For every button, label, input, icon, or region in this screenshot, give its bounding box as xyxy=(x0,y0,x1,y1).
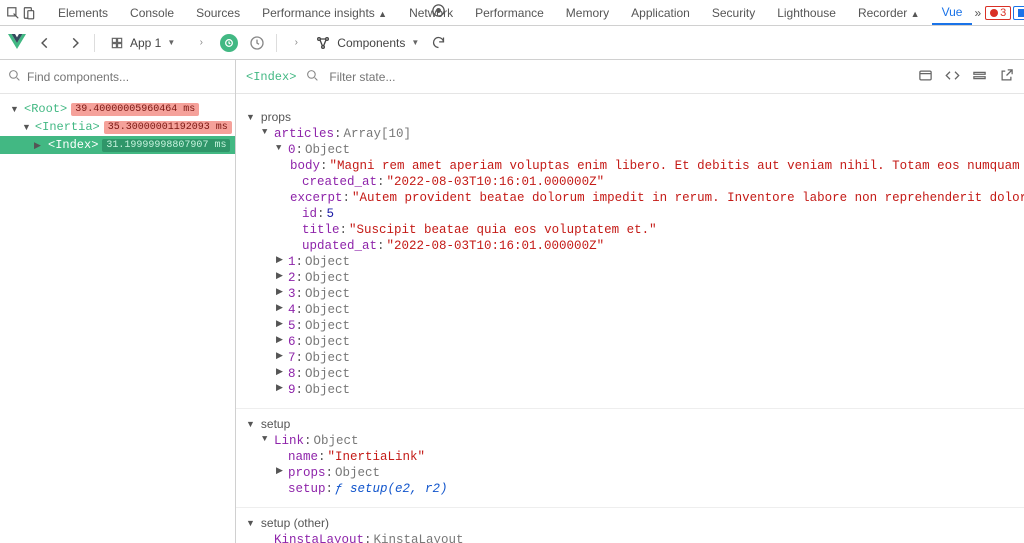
caret-right-icon: ▶ xyxy=(276,367,288,377)
caret-down-icon: ▼ xyxy=(276,143,288,153)
tree-node-timing: 39.40000005960464 ms xyxy=(71,103,199,116)
prop-articles-2[interactable]: ▶2: Object xyxy=(236,270,1024,286)
inspector-selector[interactable]: Components ▼ xyxy=(315,35,419,51)
app-selector-label: App 1 xyxy=(130,36,161,50)
setup-link-name[interactable]: name: "InertiaLink" xyxy=(236,449,1024,465)
chevron-down-icon: ▼ xyxy=(167,38,175,47)
caret-down-icon: ▼ xyxy=(10,104,20,114)
inspector-selector-label: Components xyxy=(337,36,405,50)
setup-link-setup[interactable]: setup: ƒ setup(e2, r2) xyxy=(236,481,1024,497)
section-header-setup-other[interactable]: ▼setup (other) xyxy=(236,514,1024,532)
setup-other-kinstalayout[interactable]: KinstaLayout: KinstaLayout xyxy=(236,532,1024,543)
caret-down-icon: ▼ xyxy=(246,112,255,122)
inspect-element-icon[interactable] xyxy=(6,3,20,23)
tree-node-root[interactable]: ▼ <Root> 39.40000005960464 ms xyxy=(0,100,235,118)
vue-toolbar: App 1 ▼ › › Components ▼ ⋮ xyxy=(0,26,1024,60)
prop-articles-0[interactable]: ▼0: Object xyxy=(236,142,1024,158)
tab-elements[interactable]: Elements xyxy=(48,2,118,24)
tree-node-label: <Root> xyxy=(24,102,67,116)
prop-articles-3[interactable]: ▶3: Object xyxy=(236,286,1024,302)
tree-node-label: <Index> xyxy=(48,138,98,152)
vue-logo-icon xyxy=(8,34,26,52)
state-filter-input[interactable] xyxy=(329,70,484,84)
setup-link-props[interactable]: ▶props: Object xyxy=(236,465,1024,481)
caret-right-icon: ▶ xyxy=(276,466,288,476)
divider xyxy=(94,34,95,52)
prop-body[interactable]: body: "Magni rem amet aperiam voluptas e… xyxy=(236,158,1024,174)
caret-right-icon: ▶ xyxy=(276,383,288,393)
prop-articles-1[interactable]: ▶1: Object xyxy=(236,254,1024,270)
prop-updated-at[interactable]: updated_at: "2022-08-03T10:16:01.000000Z… xyxy=(236,238,1024,254)
prop-id[interactable]: id: 5 xyxy=(236,206,1024,222)
tab-console[interactable]: Console xyxy=(120,2,184,24)
caret-right-icon: ▶ xyxy=(276,319,288,329)
component-search-row xyxy=(0,60,235,94)
setup-link[interactable]: ▼Link: Object xyxy=(236,433,1024,449)
caret-right-icon: ▶ xyxy=(276,335,288,345)
prop-articles[interactable]: ▼articles: Array[10] xyxy=(236,126,1024,142)
prop-articles-9[interactable]: ▶9: Object xyxy=(236,382,1024,398)
app-selector[interactable]: App 1 ▼ xyxy=(103,33,182,53)
caret-right-icon: ▶ xyxy=(34,140,44,151)
prop-excerpt[interactable]: excerpt: "Autem provident beatae dolorum… xyxy=(236,190,1024,206)
caret-right-icon: ▶ xyxy=(276,287,288,297)
show-render-code-icon[interactable] xyxy=(945,68,960,86)
search-icon xyxy=(306,69,319,85)
tab-sources[interactable]: Sources xyxy=(186,2,250,24)
tree-node-label: <Inertia> xyxy=(35,120,100,134)
caret-down-icon: ▼ xyxy=(22,122,31,132)
tab-performance-insights[interactable]: Performance insights ▲ xyxy=(252,2,397,24)
caret-down-icon: ▼ xyxy=(262,434,274,444)
nav-back-icon[interactable] xyxy=(34,32,56,54)
caret-right-icon: ▶ xyxy=(276,303,288,313)
scroll-to-component-icon[interactable] xyxy=(918,68,933,86)
inspector-tab-icon[interactable] xyxy=(220,34,238,52)
select-component-icon[interactable] xyxy=(427,0,449,22)
chevron-right-icon[interactable]: › xyxy=(190,32,212,54)
prop-articles-7[interactable]: ▶7: Object xyxy=(236,350,1024,366)
tree-node-timing: 35.30000001192093 ms xyxy=(104,121,232,134)
caret-right-icon: ▶ xyxy=(276,255,288,265)
component-search-input[interactable] xyxy=(27,70,227,84)
prop-articles-6[interactable]: ▶6: Object xyxy=(236,334,1024,350)
chevron-down-icon: ▼ xyxy=(411,38,419,47)
prop-articles-5[interactable]: ▶5: Object xyxy=(236,318,1024,334)
divider xyxy=(276,34,277,52)
prop-created-at[interactable]: created_at: "2022-08-03T10:16:01.000000Z… xyxy=(236,174,1024,190)
chevron-right-icon[interactable]: › xyxy=(285,32,307,54)
component-tree-panel: ▼ <Root> 39.40000005960464 ms ▼ <Inertia… xyxy=(0,60,236,543)
prop-title[interactable]: title: "Suscipit beatae quia eos volupta… xyxy=(236,222,1024,238)
open-in-editor-icon[interactable] xyxy=(999,68,1014,86)
nav-forward-icon[interactable] xyxy=(64,32,86,54)
prop-articles-4[interactable]: ▶4: Object xyxy=(236,302,1024,318)
search-icon xyxy=(8,69,21,85)
tree-node-index[interactable]: ▶ <Index> 31.19999998807907 ms xyxy=(0,136,235,154)
section-header-props[interactable]: ▼props xyxy=(236,108,1024,126)
refresh-icon[interactable] xyxy=(427,32,449,54)
caret-right-icon: ▶ xyxy=(276,271,288,281)
timeline-tab-icon[interactable] xyxy=(246,32,268,54)
state-inspector-panel: <Index> ▼props ▼articles: Array[10] ▼0: … xyxy=(236,60,1024,543)
caret-down-icon: ▼ xyxy=(246,419,255,429)
tree-node-inertia[interactable]: ▼ <Inertia> 35.30000001192093 ms xyxy=(0,118,235,136)
selected-component-name: <Index> xyxy=(246,70,296,84)
prop-articles-8[interactable]: ▶8: Object xyxy=(236,366,1024,382)
device-toggle-icon[interactable] xyxy=(22,3,36,23)
section-header-setup[interactable]: ▼setup xyxy=(236,415,1024,433)
inspect-dom-icon[interactable] xyxy=(972,68,987,86)
caret-down-icon: ▼ xyxy=(246,518,255,528)
caret-down-icon: ▼ xyxy=(262,127,274,137)
caret-right-icon: ▶ xyxy=(276,351,288,361)
tree-node-timing: 31.19999998807907 ms xyxy=(102,139,230,152)
